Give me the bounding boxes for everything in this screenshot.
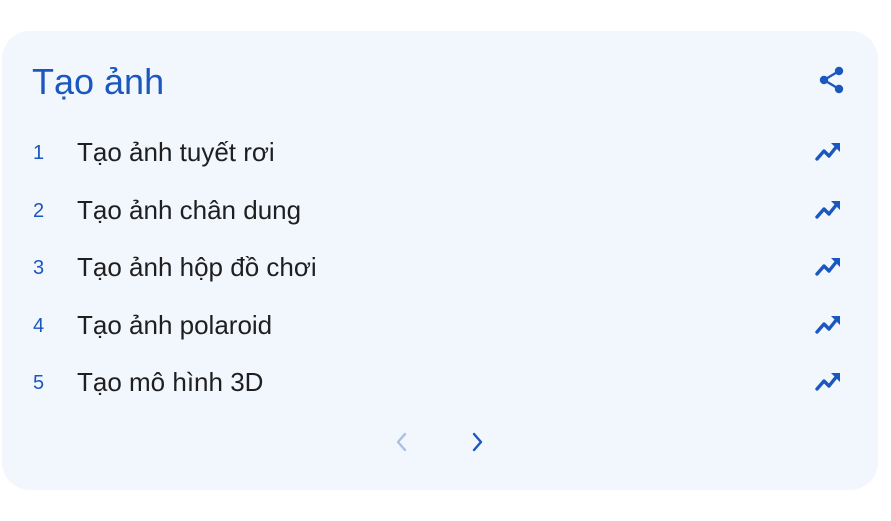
trending-up-icon bbox=[815, 258, 840, 276]
next-page-button[interactable] bbox=[463, 427, 493, 457]
item-label: Tạo ảnh hộp đồ chơi bbox=[77, 252, 317, 282]
chevron-right-icon bbox=[472, 432, 483, 452]
trending-up-icon bbox=[815, 373, 840, 391]
list-item[interactable]: 4 Tạo ảnh polaroid bbox=[0, 295, 891, 353]
item-rank: 4 bbox=[33, 314, 45, 337]
previous-page-button[interactable] bbox=[386, 427, 416, 457]
item-label: Tạo mô hình 3D bbox=[77, 367, 264, 397]
trending-list: 1 Tạo ảnh tuyết rơi 2 Tạo ảnh chân dung … bbox=[0, 122, 891, 410]
share-icon bbox=[819, 66, 844, 94]
chevron-left-icon bbox=[396, 432, 407, 452]
item-rank: 2 bbox=[33, 199, 45, 222]
item-rank: 5 bbox=[33, 372, 45, 394]
trending-up-icon bbox=[815, 200, 840, 219]
item-label: Tạo ảnh chân dung bbox=[77, 194, 302, 225]
list-item[interactable]: 3 Tạo ảnh hộp đồ chơi bbox=[0, 237, 891, 295]
item-rank: 1 bbox=[33, 142, 45, 164]
list-item[interactable]: 1 Tạo ảnh tuyết rơi bbox=[0, 122, 891, 180]
trending-up-icon bbox=[815, 315, 840, 334]
share-button[interactable] bbox=[814, 62, 850, 98]
card-title: Tạo ảnh bbox=[32, 61, 165, 102]
item-label: Tạo ảnh tuyết rơi bbox=[77, 137, 275, 167]
item-label: Tạo ảnh polaroid bbox=[77, 309, 273, 340]
list-item[interactable]: 2 Tạo ảnh chân dung bbox=[0, 180, 891, 238]
item-rank: 3 bbox=[33, 257, 45, 279]
list-item[interactable]: 5 Tạo mô hình 3D bbox=[0, 352, 891, 410]
trending-up-icon bbox=[815, 143, 840, 161]
